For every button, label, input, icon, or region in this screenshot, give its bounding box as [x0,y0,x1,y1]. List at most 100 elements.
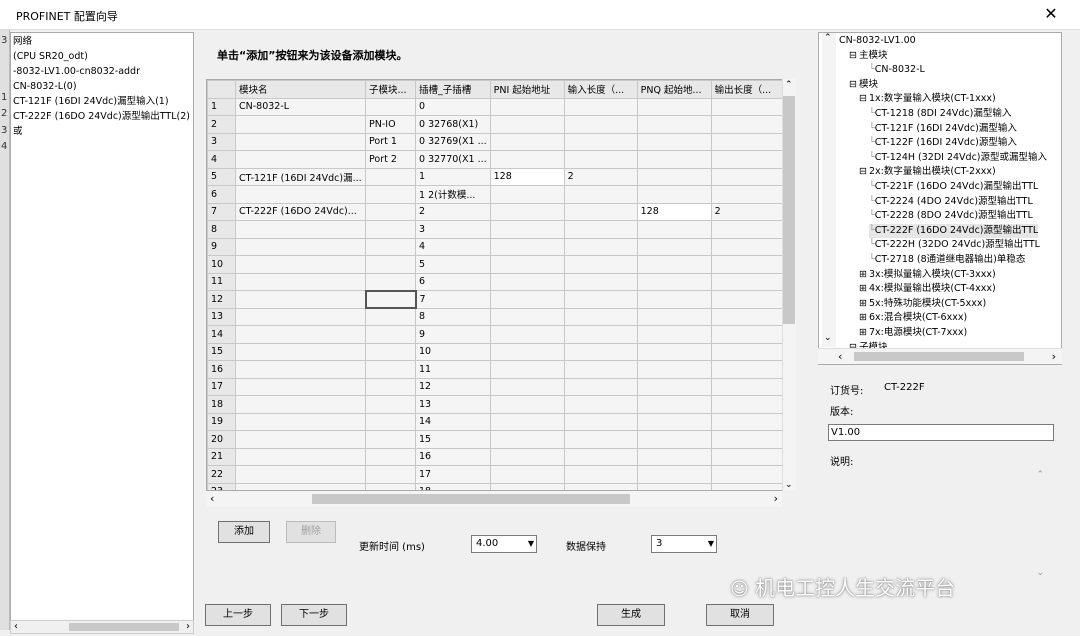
catalog-tree-item[interactable]: ⊞ 6x:混合模块(CT-6xxx) [859,311,967,326]
left-horizontal-scrollbar[interactable]: ‹ › [10,620,194,634]
table-cell[interactable]: 8 [415,307,491,326]
table-cell[interactable] [710,185,786,204]
expand-icon[interactable]: ⊞ [859,312,867,323]
update-time-select[interactable]: 4.00 ▼ [471,535,537,553]
table-cell[interactable] [636,150,712,169]
table-cell[interactable] [710,220,786,239]
table-cell[interactable] [563,115,638,134]
table-cell[interactable]: 4 [415,237,491,256]
catalog-tree-item[interactable]: └CT-221F (16DO 24Vdc)漏型输出TTL [869,180,1038,195]
table-row[interactable]: 11 6 [207,272,786,291]
table-row[interactable]: 12 7 [207,289,786,309]
table-cell[interactable]: CN-8032-L [235,97,366,116]
table-cell[interactable]: Port 2 [365,150,416,169]
table-cell[interactable] [636,272,712,291]
module-catalog-tree[interactable]: CN-8032-LV1.00 ⊟ 主模块 └CN-8032-L ⊟ 模块 ⊟ 1x:数字量输入… [818,32,1062,365]
table-cell[interactable] [710,167,786,186]
table-row[interactable]: 7 CT-222F (16DO 24Vdc)... 2 128 2 [207,202,786,221]
table-cell[interactable] [563,255,638,274]
table-row[interactable]: 3 Port 10 32769(X1 ... [207,132,786,151]
expand-icon[interactable]: ⊞ [859,283,867,294]
table-cell[interactable] [489,150,565,169]
table-cell[interactable] [636,360,712,379]
table-cell[interactable] [235,395,366,414]
table-cell[interactable]: 16 [415,447,491,466]
table-cell[interactable] [235,430,366,449]
catalog-tree-item[interactable]: ⊞ 4x:模拟量输出模块(CT-4xxx) [859,282,996,297]
table-cell[interactable] [710,412,786,431]
table-cell[interactable]: 12 [415,377,491,396]
table-cell[interactable] [563,430,638,449]
table-cell[interactable] [710,482,786,490]
vertical-scroll-thumb[interactable] [783,96,795,324]
table-cell[interactable] [710,150,786,169]
table-cell[interactable] [365,465,416,484]
table-cell[interactable] [365,220,416,239]
table-cell[interactable] [365,307,416,326]
catalog-tree-item[interactable]: └CN-8032-L [869,63,925,78]
table-row[interactable]: 83 [207,220,786,239]
tree-item[interactable]: 网络 [13,35,32,49]
table-cell[interactable] [563,447,638,466]
table-cell[interactable]: 1 2(计数模... [415,185,491,204]
table-cell[interactable] [710,255,786,274]
scroll-thumb[interactable] [69,623,179,631]
column-header[interactable]: PNI 起始地址 [489,80,565,99]
collapse-icon[interactable]: ⊟ [859,166,867,177]
table-cell[interactable]: 10 [415,342,491,361]
scroll-right-icon[interactable]: › [1052,350,1056,363]
tree-item[interactable]: CN-8032-L(0) [13,80,77,94]
catalog-tree-item[interactable]: └CT-1218 (8DI 24Vdc)漏型输入 [869,107,1011,122]
table-row[interactable]: 20 15 [207,430,786,449]
tree-item[interactable]: CT-222F (16DO 24Vdc)源型输出TTL(2) [13,110,190,124]
table-cell[interactable] [563,237,638,256]
table-cell[interactable]: 2 [710,202,786,221]
column-header[interactable]: 子模块... [365,80,416,99]
table-cell[interactable] [365,430,416,449]
table-cell[interactable] [563,272,638,291]
table-cell[interactable]: 2 [563,167,638,186]
scroll-down-icon[interactable]: ⌄ [824,333,832,343]
table-cell[interactable] [235,465,366,484]
table-cell[interactable] [489,272,565,291]
table-cell[interactable] [235,255,366,274]
network-tree[interactable]: 网络 (CPU SR20_odt) -8032-LV1.00-cn8032-ad… [10,32,194,622]
table-cell[interactable] [636,237,712,256]
table-cell[interactable] [365,272,416,291]
version-field[interactable]: V1.00 [828,424,1054,441]
catalog-tree-item[interactable]: └CT-122F (16DI 24Vdc)源型输入 [869,136,1017,151]
table-cell[interactable]: 11 [415,360,491,379]
catalog-tree-item[interactable]: └CT-2228 (8DO 24Vdc)源型输出TTL [869,209,1033,224]
table-cell[interactable] [489,307,565,326]
table-cell[interactable] [489,325,565,344]
table-cell[interactable] [563,325,638,344]
column-header[interactable]: 插槽_子插槽 [415,80,491,99]
table-cell[interactable] [563,465,638,484]
table-cell[interactable] [710,97,786,116]
table-cell[interactable] [365,447,416,466]
catalog-tree-item[interactable]: └CT-222H (32DO 24Vdc)源型输出TTL [869,238,1040,253]
catalog-horizontal-scrollbar[interactable]: ‹ › [818,348,1062,364]
prev-button[interactable]: 上一步 [205,604,271,626]
table-cell[interactable] [636,167,712,186]
scroll-right-icon[interactable]: › [774,492,778,505]
scroll-up-icon[interactable]: ⌃ [785,80,793,90]
catalog-tree-item[interactable]: ⊟ 2x:数字量输出模块(CT-2xxx) [859,165,996,180]
collapse-icon[interactable]: ⊟ [849,79,857,90]
dropdown-arrow-icon[interactable]: ▼ [528,536,534,552]
table-row[interactable]: 10 5 [207,255,786,274]
table-cell[interactable] [365,97,416,116]
table-cell[interactable] [235,482,366,490]
table-cell[interactable] [636,255,712,274]
table-cell[interactable] [636,307,712,326]
table-row[interactable]: 14 9 [207,325,786,344]
table-row[interactable]: 22 17 [207,465,786,484]
table-cell[interactable]: 7 [415,290,491,309]
table-cell[interactable]: 0 32768(X1) [415,115,491,134]
catalog-tree-item[interactable]: CN-8032-LV1.00 [839,34,916,49]
next-button[interactable]: 下一步 [281,604,347,626]
table-row[interactable]: 4 Port 20 32770(X1 ... [207,150,786,169]
table-cell[interactable]: 2 [415,202,491,221]
table-cell[interactable] [235,132,366,151]
table-cell[interactable] [636,447,712,466]
